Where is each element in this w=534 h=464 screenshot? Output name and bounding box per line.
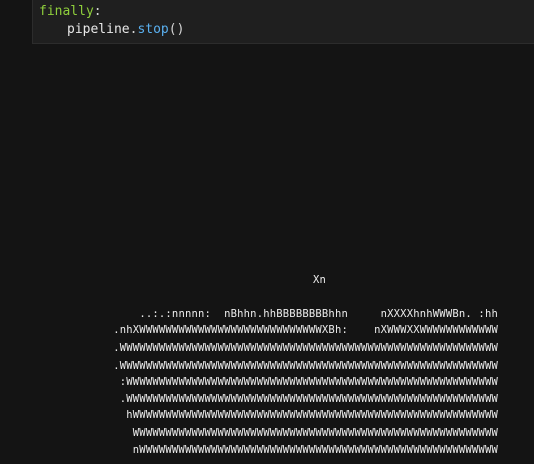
cell-output: Xn ..:.:nnnnn: nBhhn.hhBBBBBBBBhhn nXXXX… bbox=[0, 44, 534, 464]
ascii-art-line: hWWWWWWWWWWWWWWWWWWWWWWWWWWWWWWWWWWWWWWW… bbox=[126, 409, 498, 421]
call-parens: () bbox=[168, 22, 185, 37]
identifier-pipeline: pipeline bbox=[67, 22, 130, 37]
code-line-stop: pipeline.stop() bbox=[67, 21, 184, 39]
ascii-art-title: Xn bbox=[312, 274, 326, 286]
code-line-finally: finally: bbox=[39, 3, 102, 21]
ascii-art-line: .nhXWWWWWWWWWWWWWWWWWWWWWWWWWWWWXBh: nXW… bbox=[113, 324, 498, 336]
ascii-art-line: .WWWWWWWWWWWWWWWWWWWWWWWWWWWWWWWWWWWWWWW… bbox=[119, 393, 498, 405]
ascii-art-line: .WWWWWWWWWWWWWWWWWWWWWWWWWWWWWWWWWWWWWWW… bbox=[113, 360, 498, 372]
colon: : bbox=[93, 4, 102, 19]
code-cell[interactable]: finally: pipeline.stop() bbox=[32, 0, 534, 44]
ascii-art-line: ..:.:nnnnn: nBhhn.hhBBBBBBBBhhn nXXXXhnh… bbox=[139, 308, 498, 320]
method-stop: stop bbox=[137, 22, 169, 37]
ascii-art-line: :WWWWWWWWWWWWWWWWWWWWWWWWWWWWWWWWWWWWWWW… bbox=[119, 376, 498, 388]
ascii-art-line: WWWWWWWWWWWWWWWWWWWWWWWWWWWWWWWWWWWWWWWW… bbox=[132, 427, 498, 439]
ascii-art-line: .WWWWWWWWWWWWWWWWWWWWWWWWWWWWWWWWWWWWWWW… bbox=[113, 342, 498, 354]
ascii-art-line: nWWWWWWWWWWWWWWWWWWWWWWWWWWWWWWWWWWWWWWW… bbox=[132, 444, 498, 456]
keyword-finally: finally bbox=[39, 4, 94, 19]
